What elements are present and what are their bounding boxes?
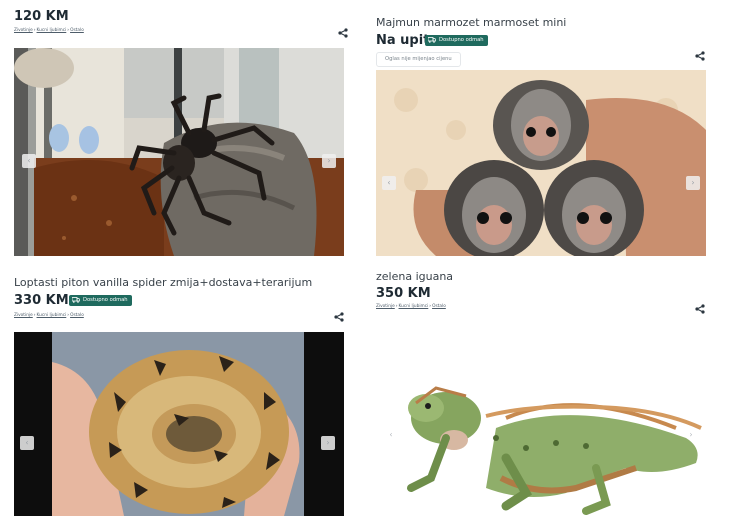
- breadcrumb-item[interactable]: Ostalo: [70, 313, 84, 318]
- breadcrumb-item[interactable]: Kucni ljubimci: [37, 313, 67, 318]
- chevron-left-icon[interactable]: ‹: [382, 176, 396, 190]
- share-icon[interactable]: [695, 51, 705, 61]
- iguana-photo[interactable]: ‹ ›: [376, 328, 706, 516]
- chevron-left-icon[interactable]: ‹: [384, 428, 398, 442]
- badge-label: Dostupno odmah: [83, 297, 128, 303]
- listing-price: 330 KM: [14, 293, 69, 308]
- listing-title[interactable]: zelena iguana: [376, 270, 453, 283]
- listing-title[interactable]: Majmun marmozet marmoset mini: [376, 16, 566, 29]
- chevron-right-icon[interactable]: ›: [321, 436, 335, 450]
- chevron-right-icon[interactable]: ›: [684, 428, 698, 442]
- chevron-left-icon[interactable]: ‹: [22, 154, 36, 168]
- breadcrumb-item[interactable]: Ostalo: [432, 304, 446, 309]
- badge-label: Dostupno odmah: [439, 37, 484, 43]
- breadcrumb-item[interactable]: Ostalo: [70, 28, 84, 33]
- breadcrumb-item[interactable]: Zivotinje: [14, 28, 33, 33]
- breadcrumb-item[interactable]: Zivotinje: [376, 304, 395, 309]
- listing-card-tarantula[interactable]: 120 KM Zivotinje›Kucni ljubimci›Ostalo ‹…: [4, 0, 354, 258]
- chevron-left-icon[interactable]: ‹: [20, 436, 34, 450]
- breadcrumb: Zivotinje›Kucni ljubimci›Ostalo: [14, 313, 84, 318]
- share-icon[interactable]: [338, 28, 348, 38]
- listing-price: 120 KM: [14, 9, 69, 24]
- chevron-right-icon[interactable]: ›: [322, 154, 336, 168]
- share-icon[interactable]: [695, 304, 705, 314]
- availability-badge: Dostupno odmah: [69, 295, 132, 306]
- listing-price: 350 KM: [376, 286, 431, 301]
- listing-price: Na upit: [376, 33, 430, 48]
- listing-card-marmoset[interactable]: Majmun marmozet marmoset mini Na upit Do…: [366, 0, 716, 258]
- marmoset-photo[interactable]: ‹ ›: [376, 70, 706, 256]
- price-unchanged-chip: Oglas nije mijenjao cijenu: [376, 52, 461, 67]
- listing-card-iguana[interactable]: zelena iguana 350 KM Zivotinje›Kucni lju…: [366, 266, 716, 518]
- truck-icon: [72, 297, 80, 303]
- availability-badge: Dostupno odmah: [425, 35, 488, 46]
- breadcrumb-item[interactable]: Kucni ljubimci: [399, 304, 429, 309]
- listing-card-python[interactable]: Loptasti piton vanilla spider zmija+dost…: [4, 266, 354, 518]
- breadcrumb-item[interactable]: Zivotinje: [14, 313, 33, 318]
- chevron-right-icon[interactable]: ›: [686, 176, 700, 190]
- share-icon[interactable]: [334, 312, 344, 322]
- breadcrumb-item[interactable]: Kucni ljubimci: [37, 28, 67, 33]
- tarantula-photo[interactable]: ‹ ›: [14, 48, 344, 256]
- listing-title[interactable]: Loptasti piton vanilla spider zmija+dost…: [14, 276, 312, 289]
- breadcrumb: Zivotinje›Kucni ljubimci›Ostalo: [14, 28, 84, 33]
- breadcrumb: Zivotinje›Kucni ljubimci›Ostalo: [376, 304, 446, 309]
- truck-icon: [428, 37, 436, 43]
- ball-python-photo[interactable]: ‹ ›: [14, 332, 344, 516]
